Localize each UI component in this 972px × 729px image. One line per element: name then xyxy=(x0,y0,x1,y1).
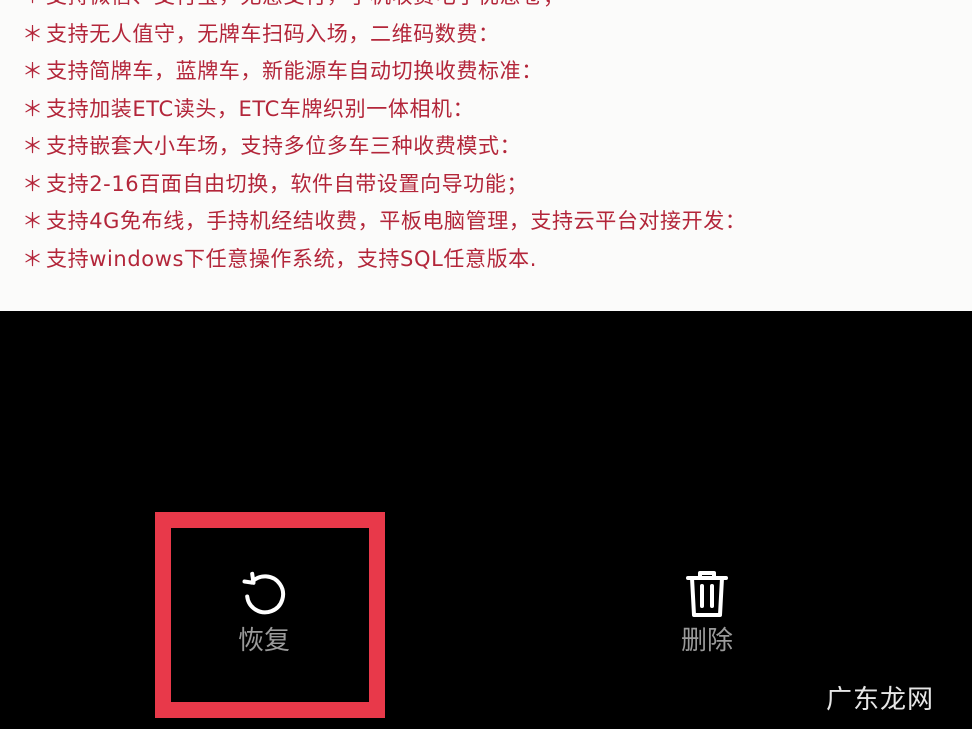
feature-text: 支持2-16百面自由切换，软件自带设置向导功能； xyxy=(46,171,529,196)
feature-text: 支持微信、支付宝，无感支付，手机收费电子优惠卷； xyxy=(46,0,564,8)
bullet: ＊ xyxy=(22,96,44,121)
photo-preview: ＊支持微信、支付宝，无感支付，手机收费电子优惠卷； ＊支持无人值守，无牌车扫码入… xyxy=(0,0,972,311)
feature-text: 支持无人值守，无牌车扫码入场，二维码数费： xyxy=(46,21,500,46)
bullet: ＊ xyxy=(22,59,44,83)
bullet: ＊ xyxy=(22,0,46,16)
delete-button[interactable]: 删除 xyxy=(627,569,787,689)
feature-line: ＊支持windows下任意操作系统，支持SQL任意版本. xyxy=(22,241,746,279)
trash-icon xyxy=(686,571,728,617)
feature-line: ＊支持2-16百面自由切换，软件自带设置向导功能； xyxy=(22,166,746,204)
feature-list: ＊支持微信、支付宝，无感支付，手机收费电子优惠卷； ＊支持无人值守，无牌车扫码入… xyxy=(22,0,746,278)
bullet: ＊ xyxy=(22,134,44,158)
feature-line: ＊支持微信、支付宝，无感支付，手机收费电子优惠卷； xyxy=(22,0,746,16)
feature-line: ＊支持无人值守，无牌车扫码入场，二维码数费： xyxy=(22,16,746,54)
feature-line: ＊支持简牌车，蓝牌车，新能源车自动切换收费标准： xyxy=(22,53,746,91)
bullet: ＊ xyxy=(22,209,44,233)
feature-text: 支持简牌车，蓝牌车，新能源车自动切换收费标准： xyxy=(46,59,543,83)
watermark: 广东龙网 xyxy=(825,685,934,715)
feature-line: ＊支持加装ETC读头，ETC车牌织别一体相机： xyxy=(22,91,746,129)
bullet: ＊ xyxy=(22,171,44,196)
feature-text: 支持windows下任意操作系统，支持SQL任意版本. xyxy=(46,246,538,271)
feature-text: 支持加装ETC读头，ETC车牌织别一体相机： xyxy=(46,96,475,121)
feature-text: 支持嵌套大小车场，支持多位多车三种收费模式： xyxy=(46,134,522,158)
action-bar: 恢复 删除 xyxy=(0,311,972,729)
feature-text: 支持4G免布线，手持机经结收费，平板电脑管理，支持云平台对接开发： xyxy=(46,209,747,233)
delete-label: 删除 xyxy=(680,626,733,656)
restore-icon xyxy=(242,571,285,615)
feature-line: ＊支持4G免布线，手持机经结收费，平板电脑管理，支持云平台对接开发： xyxy=(22,203,746,241)
bullet: ＊ xyxy=(22,21,44,46)
restore-label: 恢复 xyxy=(237,626,290,656)
photo-viewer: ＊支持微信、支付宝，无感支付，手机收费电子优惠卷； ＊支持无人值守，无牌车扫码入… xyxy=(0,0,972,729)
restore-button[interactable]: 恢复 xyxy=(184,569,344,689)
feature-line: ＊支持嵌套大小车场，支持多位多车三种收费模式： xyxy=(22,128,746,166)
bullet: ＊ xyxy=(22,246,44,271)
